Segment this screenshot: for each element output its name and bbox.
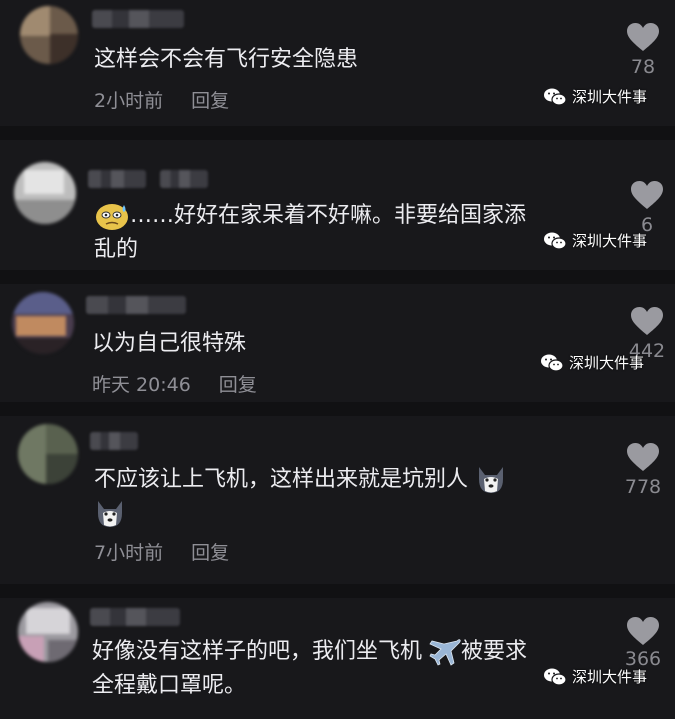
comment-time: 昨天 20:46 [92,374,191,396]
username-blurred[interactable] [90,432,138,450]
wechat-icon [544,668,567,686]
sweat-face-emoji [96,204,128,230]
avatar[interactable] [20,6,78,64]
comment-meta: 昨天 20:46 回复 [92,370,285,397]
heart-icon[interactable] [626,616,660,646]
username-blurred[interactable] [90,608,180,626]
reply-button[interactable]: 回复 [219,374,257,396]
comment-meta: 7小时前 回复 [94,538,257,565]
comment-time: 2小时前 [94,90,164,112]
avatar[interactable] [18,424,78,484]
watermark: 深圳大件事 [543,666,647,687]
comment-item-3: 以为自己很特殊 昨天 20:46 回复 442 深圳大件事 [0,284,675,402]
watermark: 深圳大件事 [543,86,647,107]
comment-meta: 2小时前 回复 [94,86,257,113]
watermark-text: 深圳大件事 [572,88,648,106]
wechat-icon [544,232,567,250]
comment-time: 7小时前 [94,542,164,564]
wechat-icon [541,354,564,372]
watermark-text: 深圳大件事 [569,354,645,372]
heart-icon[interactable] [626,22,660,52]
husky-emoji [98,501,122,527]
avatar[interactable] [18,602,78,662]
reply-button[interactable]: 回复 [191,90,229,112]
comment-item-5: 好像没有这样子的吧，我们坐飞机 被要求 全程戴口罩呢。 366 深圳大件事 [0,598,675,719]
comment-text-line-1: 不应该让上飞机，这样出来就是坑别人 [94,467,469,492]
comment-text: ……好好在家呆着不好嘛。非要给国家添 [94,198,526,233]
username-blurred[interactable] [92,10,184,28]
watermark-text: 深圳大件事 [572,232,648,250]
comment-text-line-1: 好像没有这样子的吧，我们坐飞机 [92,639,423,664]
wechat-icon [544,88,567,106]
avatar[interactable] [14,162,76,224]
comment-item-4: 不应该让上飞机，这样出来就是坑别人 7小时前 回复 778 [0,416,675,584]
like-count: 78 [630,56,656,78]
husky-emoji [479,467,504,493]
heart-icon[interactable] [630,180,664,210]
watermark: 深圳大件事 [543,230,647,251]
heart-icon[interactable] [626,442,660,472]
comment-text-line-2 [94,496,126,531]
watermark: 深圳大件事 [540,352,644,373]
watermark-text: 深圳大件事 [572,668,648,686]
username-blurred[interactable] [86,296,186,314]
comment-text-line-1: ……好好在家呆着不好嘛。非要给国家添 [130,203,527,228]
comment-item-2: ……好好在家呆着不好嘛。非要给国家添 乱的 6 深圳大件事 [0,140,675,270]
comment-text-after-icon: 被要求 [461,639,528,664]
comment-item-1: 这样会不会有飞行安全隐患 2小时前 回复 78 深圳大件事 [0,0,675,126]
username-blurred-2 [160,170,208,188]
heart-icon[interactable] [630,306,664,336]
username-blurred[interactable] [88,170,146,188]
reply-button[interactable]: 回复 [191,542,229,564]
comment-text: 好像没有这样子的吧，我们坐飞机 被要求 [92,634,527,669]
comment-text: 以为自己很特殊 [92,331,247,356]
comment-text: 这样会不会有飞行安全隐患 [94,47,359,72]
comment-text-line-2: 乱的 [94,237,139,262]
comment-text: 不应该让上飞机，这样出来就是坑别人 [94,462,507,497]
comment-text-line-2: 全程戴口罩呢。 [92,673,247,698]
like-count: 778 [624,476,662,498]
avatar[interactable] [12,292,74,354]
airplane-emoji [429,639,461,666]
